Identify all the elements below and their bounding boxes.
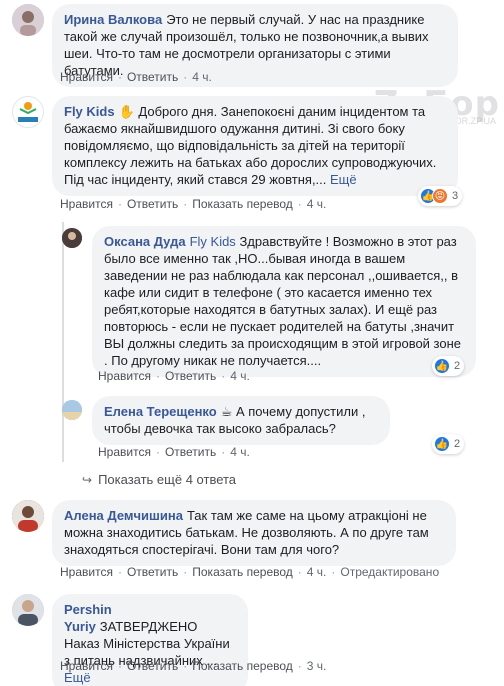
reply-arrow-icon: ↪ — [82, 472, 93, 487]
comment-alena: Алена Демчишина Так там же саме на цьому … — [12, 500, 456, 566]
reply-link[interactable]: Ответить — [127, 565, 178, 579]
tagged-page[interactable]: Fly Kids — [190, 234, 236, 249]
comment-bubble: Fly Kids ✋ Доброго дня. Занепокоєні даним… — [52, 96, 458, 196]
angry-reaction-icon: 😡 — [432, 188, 448, 204]
reply-link[interactable]: Ответить — [165, 445, 216, 459]
reply-link[interactable]: Ответить — [165, 369, 216, 383]
like-reaction-icon: 👍 — [434, 436, 450, 452]
avatar[interactable] — [12, 4, 44, 36]
timestamp[interactable]: 4 ч. — [307, 565, 327, 579]
coffee-icon: ☕ — [220, 404, 233, 419]
show-translation-link[interactable]: Показать перевод — [192, 565, 293, 579]
timestamp[interactable]: 4 ч. — [307, 197, 327, 211]
show-more-replies-label[interactable]: Показать ещё 4 ответа — [98, 472, 236, 487]
comment-author[interactable]: Алена Демчишина — [64, 508, 183, 523]
avatar[interactable] — [12, 594, 44, 626]
comment-actions: Нравится · Ответить · 4 ч. — [60, 70, 212, 84]
timestamp[interactable]: 4 ч. — [192, 70, 212, 84]
timestamp[interactable]: 4 ч. — [230, 369, 250, 383]
like-link[interactable]: Нравится — [60, 659, 113, 673]
reaction-count: 2 — [454, 360, 461, 372]
comment-author[interactable]: Оксана Дуда — [104, 234, 186, 249]
reply-link[interactable]: Ответить — [127, 197, 178, 211]
show-more-replies[interactable]: ↪ Показать ещё 4 ответа — [82, 472, 236, 487]
comment-actions: Нравится · Ответить · 4 ч. — [98, 445, 250, 459]
comment-actions: Нравится · Ответить · Показать перевод · 4 … — [60, 197, 327, 211]
comment-author[interactable]: Fly Kids — [64, 104, 115, 119]
comment-actions: Нравится · Ответить · 4 ч. — [98, 369, 250, 383]
timestamp[interactable]: 3 ч. — [307, 659, 327, 673]
reaction-count: 2 — [454, 438, 461, 450]
avatar[interactable] — [12, 500, 44, 532]
reactions-badge[interactable]: 👍 😡 3 — [418, 186, 463, 206]
comment-text: Здравствуйте ! Возможно в этот раз было … — [104, 234, 462, 368]
comment-bubble: Оксана Дуда Fly Kids Здравствуйте ! Возмо… — [92, 226, 476, 377]
flykids-logo-icon — [18, 102, 38, 122]
reply-oksana: Оксана Дуда Fly Kids Здравствуйте ! Возмо… — [62, 226, 476, 377]
comment-actions: Нравится · Ответить · Показать перевод · 3 … — [60, 659, 327, 673]
like-link[interactable]: Нравится — [98, 445, 151, 459]
like-link[interactable]: Нравится — [60, 70, 113, 84]
show-translation-link[interactable]: Показать перевод — [192, 197, 293, 211]
like-link[interactable]: Нравится — [60, 197, 113, 211]
avatar[interactable] — [62, 400, 82, 420]
comment-flykids: Fly Kids ✋ Доброго дня. Занепокоєні даним… — [12, 96, 458, 196]
reaction-count: 3 — [452, 190, 459, 202]
like-link[interactable]: Нравится — [60, 565, 113, 579]
reply-link[interactable]: Ответить — [127, 659, 178, 673]
reply-link[interactable]: Ответить — [127, 70, 178, 84]
wave-icon: ✋ — [118, 104, 135, 119]
comment-bubble: Алена Демчишина Так там же саме на цьому … — [52, 500, 456, 566]
edited-label: Отредактировано — [340, 565, 440, 579]
like-link[interactable]: Нравится — [98, 369, 151, 383]
see-more-link[interactable]: Ещё — [330, 172, 357, 187]
like-reaction-icon: 👍 — [434, 358, 450, 374]
show-translation-link[interactable]: Показать перевод — [192, 659, 293, 673]
reply-elena: Елена Терещенко ☕ А почему допустили , чт… — [62, 396, 390, 445]
comment-actions: Нравится · Ответить · Показать перевод · 4 … — [60, 565, 440, 579]
reactions-badge[interactable]: 👍 2 — [432, 434, 465, 454]
comment-author[interactable]: Елена Терещенко — [104, 404, 217, 419]
avatar[interactable] — [62, 228, 82, 248]
timestamp[interactable]: 4 ч. — [230, 445, 250, 459]
reactions-badge[interactable]: 👍 2 — [432, 356, 465, 376]
avatar[interactable] — [12, 96, 44, 128]
comment-author[interactable]: Ирина Валкова — [64, 12, 162, 27]
comment-bubble: Елена Терещенко ☕ А почему допустили , чт… — [92, 396, 390, 445]
